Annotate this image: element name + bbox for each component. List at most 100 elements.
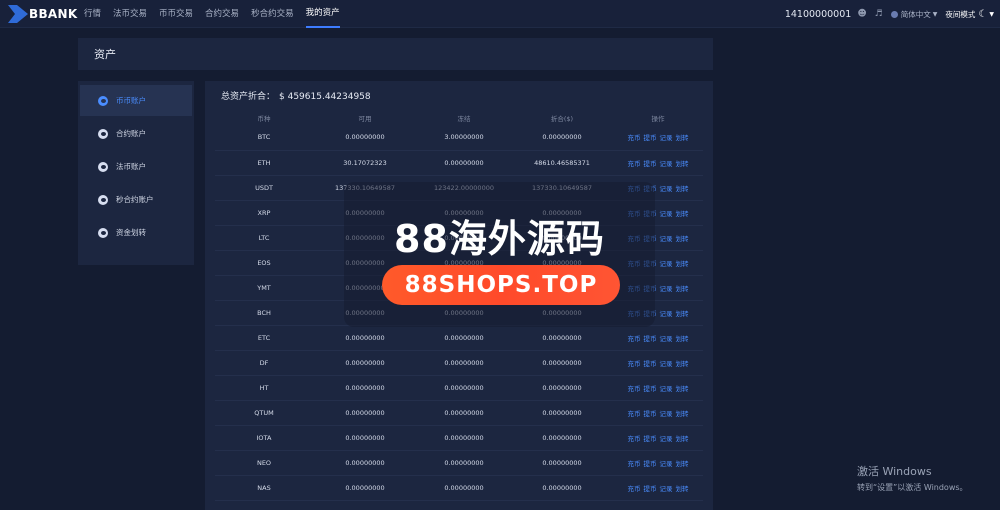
records-link[interactable]: 记录 — [660, 410, 673, 418]
night-mode-toggle[interactable]: 夜间模式 ☾ ▼ — [945, 9, 994, 20]
records-link[interactable]: 记录 — [660, 285, 673, 293]
withdraw-link[interactable]: 提币 — [644, 410, 657, 418]
withdraw-link[interactable]: 提币 — [644, 134, 657, 142]
withdraw-link[interactable]: 提币 — [644, 335, 657, 343]
deposit-link[interactable]: 充币 — [628, 460, 641, 468]
deposit-link[interactable]: 充币 — [628, 485, 641, 493]
withdraw-link[interactable]: 提币 — [644, 460, 657, 468]
cell-coin: DF — [215, 350, 313, 376]
table-header-row: 币种 可用 冻结 折合($) 操作 — [215, 110, 703, 125]
records-link[interactable]: 记录 — [660, 134, 673, 142]
cell-available: 0.00000000 — [313, 450, 417, 476]
total-assets: 总资产折合： $ 459615.44234958 — [221, 89, 371, 102]
records-link[interactable]: 记录 — [660, 310, 673, 318]
records-link[interactable]: 记录 — [660, 360, 673, 368]
user-id[interactable]: 14100000001 — [785, 9, 852, 20]
deposit-link[interactable]: 充币 — [628, 385, 641, 393]
transfer-link[interactable]: 划转 — [676, 435, 689, 443]
account-icon — [98, 128, 108, 139]
table-row: IOTA 0.00000000 0.00000000 0.00000000 充币 提币 记录… — [215, 425, 703, 451]
user-icon[interactable]: ☻ — [857, 9, 866, 19]
table-row: BTC 0.00000000 3.00000000 0.00000000 充币 提币 记录划… — [215, 125, 703, 151]
withdraw-link[interactable]: 提币 — [644, 435, 657, 443]
top-nav-bar: BBANK 行情 法币交易 币币交易 合约交易 秒合约交易 我的资产 1410000000… — [0, 0, 1000, 28]
cell-coin: ETH — [215, 150, 313, 176]
nav-item-5[interactable]: 我的资产 — [305, 0, 340, 28]
sidebar-item-4[interactable]: 资金划转 — [80, 217, 192, 248]
speaker-icon[interactable]: ♬ — [875, 9, 883, 19]
cell-converted: 0.00000000 — [511, 425, 613, 451]
globe-icon — [890, 10, 898, 18]
withdraw-link[interactable]: 提币 — [644, 385, 657, 393]
sidebar-item-3[interactable]: 秒合约账户 — [80, 184, 192, 215]
transfer-link[interactable]: 划转 — [676, 185, 689, 193]
records-link[interactable]: 记录 — [660, 385, 673, 393]
transfer-link[interactable]: 划转 — [676, 210, 689, 218]
cell-coin: HT — [215, 375, 313, 401]
records-link[interactable]: 记录 — [660, 335, 673, 343]
records-link[interactable]: 记录 — [660, 235, 673, 243]
account-sidebar: 币币账户 合约账户 法币账户 秒合约账户 资金划转 — [78, 81, 194, 265]
transfer-link[interactable]: 划转 — [676, 285, 689, 293]
cell-frozen: 0.00000000 — [417, 375, 511, 401]
sidebar-item-0[interactable]: 币币账户 — [80, 85, 192, 116]
records-link[interactable]: 记录 — [660, 485, 673, 493]
cell-coin: EOS — [215, 250, 313, 276]
records-link[interactable]: 记录 — [660, 210, 673, 218]
header-right: 14100000001 ☻ ♬ 简体中文 ▼ 夜间模式 ☾ ▼ — [785, 0, 994, 28]
transfer-link[interactable]: 划转 — [676, 335, 689, 343]
records-link[interactable]: 记录 — [660, 160, 673, 168]
cell-frozen: 0.00000000 — [417, 350, 511, 376]
nav-item-0[interactable]: 行情 — [84, 0, 101, 28]
nav-item-4[interactable]: 秒合约交易 — [251, 0, 294, 28]
cell-coin: USDT — [215, 175, 313, 201]
cell-converted: 48610.46585371 — [511, 150, 613, 176]
transfer-link[interactable]: 划转 — [676, 360, 689, 368]
deposit-link[interactable]: 充币 — [628, 335, 641, 343]
cell-available: 0.00000000 — [313, 375, 417, 401]
records-link[interactable]: 记录 — [660, 185, 673, 193]
chevron-down-icon: ▼ — [989, 10, 994, 18]
withdraw-link[interactable]: 提币 — [644, 160, 657, 168]
nav-item-3[interactable]: 合约交易 — [205, 0, 239, 28]
cell-coin: ETC — [215, 325, 313, 351]
cell-coin: IOTA — [215, 425, 313, 451]
cell-converted: 0.00000000 — [511, 400, 613, 426]
cell-converted: 0.00000000 — [511, 475, 613, 501]
page-title: 资产 — [94, 48, 116, 61]
account-icon — [98, 227, 108, 238]
deposit-link[interactable]: 充币 — [628, 134, 641, 142]
table-row: ETC 0.00000000 0.00000000 0.00000000 充币 提币 记录划… — [215, 325, 703, 351]
records-link[interactable]: 记录 — [660, 435, 673, 443]
withdraw-link[interactable]: 提币 — [644, 360, 657, 368]
sidebar-item-1[interactable]: 合约账户 — [80, 118, 192, 149]
transfer-link[interactable]: 划转 — [676, 310, 689, 318]
sidebar-item-2[interactable]: 法币账户 — [80, 151, 192, 182]
deposit-link[interactable]: 充币 — [628, 435, 641, 443]
deposit-link[interactable]: 充币 — [628, 410, 641, 418]
transfer-link[interactable]: 划转 — [676, 485, 689, 493]
withdraw-link[interactable]: 提币 — [644, 485, 657, 493]
records-link[interactable]: 记录 — [660, 260, 673, 268]
brand-logo[interactable]: BBANK — [8, 5, 77, 23]
watermark-url: 88SHOPS.TOP — [382, 265, 620, 305]
cell-actions: 充币提币记录划转 — [613, 325, 703, 351]
transfer-link[interactable]: 划转 — [676, 260, 689, 268]
transfer-link[interactable]: 划转 — [676, 385, 689, 393]
transfer-link[interactable]: 划转 — [676, 134, 689, 142]
cell-coin: BTC — [215, 125, 313, 151]
transfer-link[interactable]: 划转 — [676, 160, 689, 168]
nav-item-2[interactable]: 币币交易 — [159, 0, 193, 28]
column-header-actions: 操作 — [651, 114, 665, 123]
language-select[interactable]: 简体中文 ▼ — [890, 9, 937, 20]
deposit-link[interactable]: 充币 — [628, 160, 641, 168]
deposit-link[interactable]: 充币 — [628, 360, 641, 368]
records-link[interactable]: 记录 — [660, 460, 673, 468]
transfer-link[interactable]: 划转 — [676, 460, 689, 468]
table-row: DF 0.00000000 0.00000000 0.00000000 充币 提币 记录 划转 — [215, 350, 703, 376]
cell-actions: 充币提币记录划转 — [613, 375, 703, 401]
nav-item-1[interactable]: 法币交易 — [113, 0, 147, 28]
transfer-link[interactable]: 划转 — [676, 410, 689, 418]
account-icon — [98, 161, 108, 172]
transfer-link[interactable]: 划转 — [676, 235, 689, 243]
